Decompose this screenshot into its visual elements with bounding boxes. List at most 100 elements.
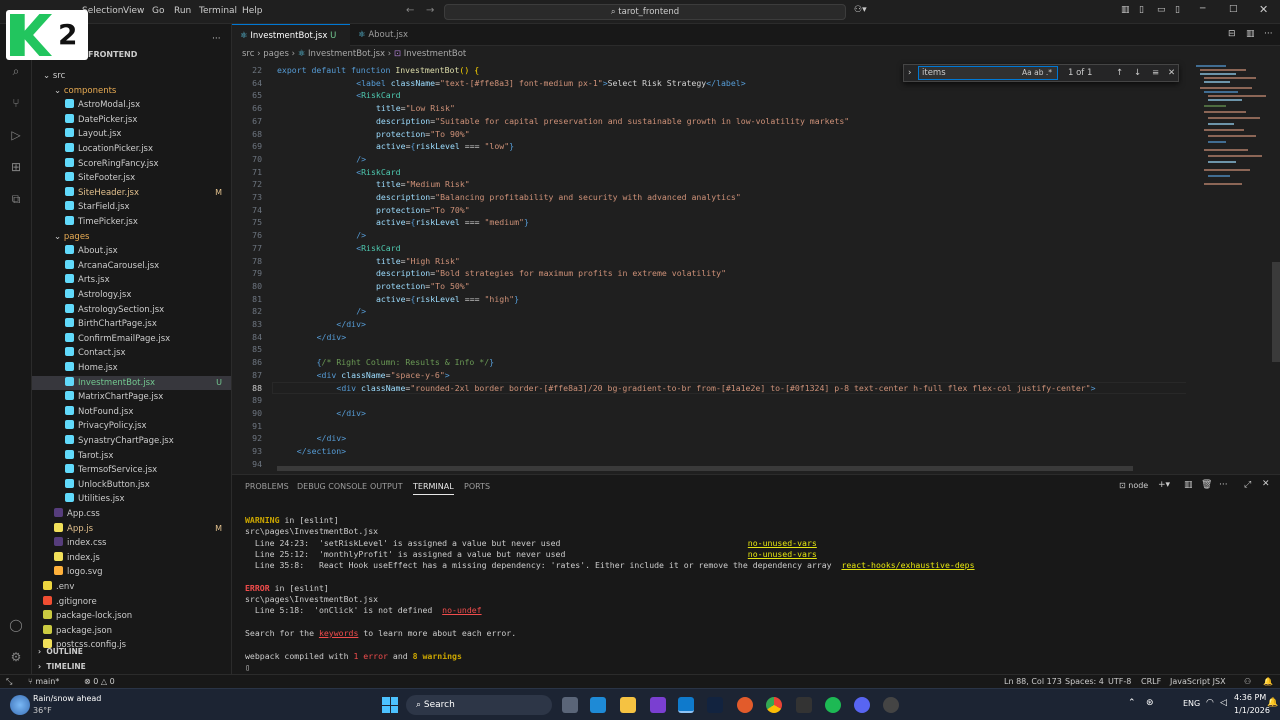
terminal-shell-selector[interactable]: ⊡ node xyxy=(1119,481,1148,490)
maximize-panel-icon[interactable]: ⤢ xyxy=(1244,480,1251,490)
code-line[interactable]: description="Bold strategies for maximum… xyxy=(376,267,726,280)
close-icon[interactable]: ✕ xyxy=(1259,3,1268,16)
file-row[interactable]: AstrologySection.jsx xyxy=(32,303,231,318)
file-row[interactable]: App.js M xyxy=(32,522,231,537)
code-line[interactable]: /> xyxy=(356,153,366,166)
tab-about[interactable]: ⚛ About.jsx xyxy=(350,24,424,46)
problems-count[interactable]: ⊗ 0 △ 0 xyxy=(84,675,115,688)
weather-icon[interactable] xyxy=(10,695,30,715)
editor-more-icon[interactable]: ··· xyxy=(1264,29,1273,39)
code-line[interactable]: <div className="space-y-6"> xyxy=(317,369,450,382)
file-row[interactable]: Layout.jsx xyxy=(32,127,231,142)
find-options[interactable]: Aa ab .* xyxy=(1022,65,1052,81)
code-line[interactable]: <label className="text-[#ffe8a3] font-me… xyxy=(356,77,745,90)
code-line[interactable]: protection="To 90%" xyxy=(376,128,470,141)
file-row[interactable]: logo.svg xyxy=(32,565,231,580)
code-line[interactable]: export default function InvestmentBot() … xyxy=(277,64,479,77)
breadcrumb-symbol[interactable]: InvestmentBot xyxy=(404,49,467,59)
tab-ports[interactable]: PORTS xyxy=(464,482,490,491)
file-row[interactable]: Astrology.jsx xyxy=(32,288,231,303)
app-icon[interactable] xyxy=(796,697,812,713)
file-explorer-icon[interactable] xyxy=(620,697,636,713)
tab-output[interactable]: OUTPUT xyxy=(370,482,403,491)
file-row[interactable]: ScoreRingFancy.jsx xyxy=(32,157,231,172)
more-actions-icon[interactable]: ··· xyxy=(212,34,221,44)
run-debug-icon[interactable]: ▷ xyxy=(7,126,25,144)
folder-row[interactable]: ⌄ pages xyxy=(32,230,231,245)
remote-explorer-icon[interactable]: ⧉ xyxy=(7,190,25,208)
find-in-selection-icon[interactable]: ≡ xyxy=(1152,65,1159,81)
copilot-status-icon[interactable]: ⚇ xyxy=(1244,675,1251,688)
file-row[interactable]: .env xyxy=(32,580,231,595)
menu-help[interactable]: Help xyxy=(242,6,263,16)
copilot-icon[interactable]: ⚇▾ xyxy=(854,5,867,15)
menu-run[interactable]: Run xyxy=(174,6,191,16)
file-row[interactable]: Tarot.jsx xyxy=(32,449,231,464)
firefox-icon[interactable] xyxy=(737,697,753,713)
editor-scrollbar[interactable] xyxy=(1272,62,1280,472)
code-line[interactable]: </div> xyxy=(336,407,366,420)
file-row[interactable]: Arts.jsx xyxy=(32,273,231,288)
toggle-replace-icon[interactable]: › xyxy=(908,65,911,81)
tab-debug-console[interactable]: DEBUG CONSOLE xyxy=(297,482,367,491)
git-branch[interactable]: ⑂ main* xyxy=(28,675,59,688)
file-row[interactable]: MatrixChartPage.jsx xyxy=(32,390,231,405)
code-line[interactable]: title="Medium Risk" xyxy=(376,178,470,191)
file-row[interactable]: Home.jsx xyxy=(32,361,231,376)
notification-bell-icon[interactable]: 🔔 xyxy=(1267,698,1278,708)
file-row[interactable]: index.js xyxy=(32,551,231,566)
source-control-icon[interactable]: ⑂ xyxy=(7,94,25,112)
file-row[interactable]: ArcanaCarousel.jsx xyxy=(32,259,231,274)
code-line[interactable]: protection="To 50%" xyxy=(376,280,470,293)
vscode-icon[interactable] xyxy=(678,697,694,713)
file-row[interactable]: package-lock.json xyxy=(32,609,231,624)
code-line[interactable]: protection="To 70%" xyxy=(376,204,470,217)
code-line[interactable]: active={riskLevel === "low"} xyxy=(376,140,514,153)
split-terminal-icon[interactable]: ▥ xyxy=(1184,480,1193,490)
forward-arrow-icon[interactable]: → xyxy=(426,5,434,16)
next-match-icon[interactable]: ↓ xyxy=(1134,65,1141,81)
previous-match-icon[interactable]: ↑ xyxy=(1116,65,1123,81)
volume-icon[interactable]: ◁ xyxy=(1220,698,1227,708)
file-row[interactable]: package.json xyxy=(32,624,231,639)
code-line[interactable]: <div className="rounded-2xl border borde… xyxy=(336,382,1095,395)
language-indicator[interactable]: ENG xyxy=(1183,699,1200,708)
file-row[interactable]: .gitignore xyxy=(32,595,231,610)
copilot-app-icon[interactable] xyxy=(590,697,606,713)
code-line[interactable]: {/* Right Column: Results & Info */} xyxy=(317,356,494,369)
file-row[interactable]: BirthChartPage.jsx xyxy=(32,317,231,332)
kill-terminal-icon[interactable]: 🗑 xyxy=(1201,480,1212,490)
chrome-icon[interactable] xyxy=(766,697,782,713)
panel-more-icon[interactable]: ··· xyxy=(1219,480,1228,490)
close-panel-icon[interactable]: ✕ xyxy=(1262,479,1270,489)
code-line[interactable]: </section> xyxy=(297,445,346,458)
task-view-icon[interactable] xyxy=(562,697,578,713)
code-line[interactable]: </div> xyxy=(317,432,347,445)
file-row[interactable]: AstroModal.jsx xyxy=(32,98,231,113)
split-editor-icon[interactable]: ⊟ xyxy=(1228,29,1236,39)
notifications-icon[interactable]: 🔔 xyxy=(1263,675,1273,688)
wifi-icon[interactable]: ◠ xyxy=(1206,698,1214,708)
encoding[interactable]: UTF-8 xyxy=(1108,675,1131,688)
toggle-sidebar-icon[interactable]: ▯ xyxy=(1139,5,1144,15)
file-row[interactable]: TimePicker.jsx xyxy=(32,215,231,230)
line-ending[interactable]: CRLF xyxy=(1141,675,1161,688)
taskbar-search[interactable]: ⌕ Search xyxy=(406,695,552,715)
outline-section[interactable]: › OUTLINE xyxy=(32,645,231,660)
code-line[interactable]: /> xyxy=(356,229,366,242)
powershell-icon[interactable] xyxy=(707,697,723,713)
weather-title[interactable]: Rain/snow ahead xyxy=(33,694,101,703)
code-line[interactable]: description="Balancing profitability and… xyxy=(376,191,741,204)
visual-studio-icon[interactable] xyxy=(650,697,666,713)
file-row[interactable]: InvestmentBot.jsx U xyxy=(32,375,231,391)
spotify-icon[interactable] xyxy=(825,697,841,713)
obs-icon[interactable] xyxy=(883,697,899,713)
close-find-icon[interactable]: ✕ xyxy=(1168,65,1175,81)
file-row[interactable]: App.css xyxy=(32,507,231,522)
manage-gear-icon[interactable]: ⚙ xyxy=(7,648,25,666)
tray-app-icon[interactable]: ⊛ xyxy=(1146,698,1154,708)
code-line[interactable]: </div> xyxy=(317,331,347,344)
file-row[interactable]: TermsofService.jsx xyxy=(32,463,231,478)
language-mode[interactable]: JavaScript JSX xyxy=(1170,675,1226,688)
code-line[interactable]: <RiskCard xyxy=(356,242,400,255)
